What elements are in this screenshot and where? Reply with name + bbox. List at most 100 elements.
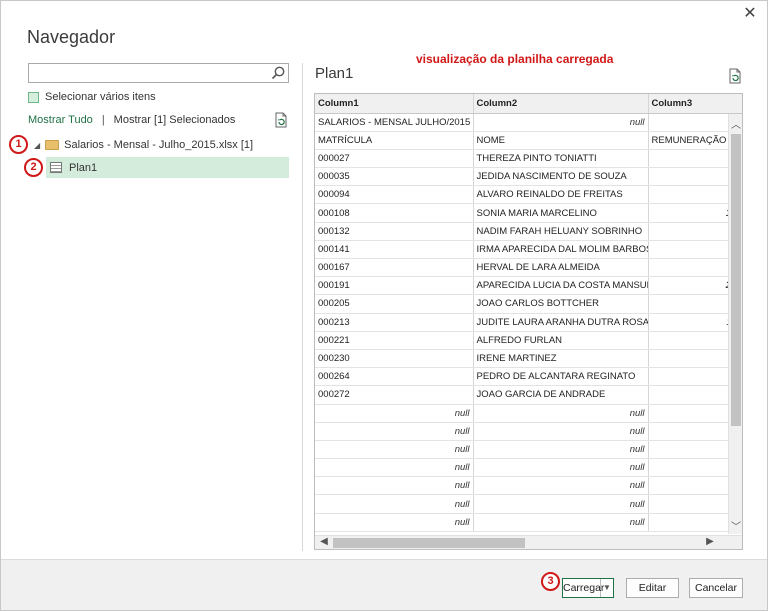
table-row[interactable]: null null [315, 404, 742, 423]
preview-refresh-icon[interactable] [727, 68, 743, 84]
search-icon[interactable] [270, 65, 286, 81]
table-cell[interactable]: NOME [473, 131, 649, 150]
vertical-scrollbar[interactable]: ︿ ﹀ [728, 114, 742, 534]
table-cell[interactable]: 000205 [315, 294, 474, 314]
load-button-label[interactable]: Carregar [563, 579, 604, 597]
close-icon[interactable]: ✕ [741, 5, 759, 23]
scroll-right-icon[interactable]: ▶ [703, 536, 717, 549]
scroll-down-icon[interactable]: ﹀ [729, 518, 742, 533]
table-cell[interactable]: null [315, 404, 474, 423]
table-cell[interactable]: null [473, 404, 649, 423]
table-cell[interactable]: THEREZA PINTO TONIATTI [473, 149, 649, 169]
table-row[interactable]: 000132NADIM FARAH HELUANY SOBRINHO93 [315, 222, 742, 241]
table-cell[interactable]: 000230 [315, 349, 474, 369]
table-cell[interactable]: 000094 [315, 185, 474, 205]
multi-select-option[interactable]: Selecionar vários itens [28, 91, 156, 103]
vertical-scroll-thumb[interactable] [731, 134, 741, 426]
table-row[interactable]: 000213JUDITE LAURA ARANHA DUTRA ROSA112 [315, 313, 742, 332]
table-cell[interactable]: 000167 [315, 258, 474, 278]
table-row[interactable]: null null [315, 476, 742, 496]
table-row[interactable]: 000230IRENE MARTINEZ57 [315, 349, 742, 369]
tree-item-sheet[interactable]: Plan1 [46, 157, 289, 178]
table-cell[interactable]: 000141 [315, 240, 474, 260]
scroll-up-icon[interactable]: ︿ [729, 116, 742, 131]
load-button[interactable]: Carregar ▼ [562, 578, 614, 598]
table-row[interactable]: 000027THEREZA PINTO TONIATTI35 [315, 149, 742, 169]
table-cell[interactable]: 000264 [315, 367, 474, 387]
table-cell[interactable]: 000221 [315, 331, 474, 350]
column-header[interactable]: Column1 [315, 94, 474, 114]
table-cell[interactable]: HERVAL DE LARA ALMEIDA [473, 258, 649, 278]
table-row[interactable]: null null [315, 440, 742, 460]
table-cell[interactable]: JUDITE LAURA ARANHA DUTRA ROSA [473, 313, 649, 332]
table-row[interactable]: 000205JOAO CARLOS BOTTCHER22 [315, 294, 742, 314]
table-row[interactable]: 000264PEDRO DE ALCANTARA REGINATO47 [315, 367, 742, 387]
table-row[interactable]: 000141IRMA APARECIDA DAL MOLIM BARBOSA62 [315, 240, 742, 260]
table-cell[interactable]: JEDIDA NASCIMENTO DE SOUZA [473, 167, 649, 187]
table-cell[interactable]: null [315, 422, 474, 441]
table-cell[interactable]: 000213 [315, 313, 474, 332]
table-cell[interactable]: 000272 [315, 385, 474, 405]
table-cell[interactable]: PEDRO DE ALCANTARA REGINATO [473, 367, 649, 387]
table-cell[interactable]: APARECIDA LUCIA DA COSTA MANSUR [473, 276, 649, 296]
table-row[interactable]: null null [315, 458, 742, 478]
edit-button[interactable]: Editar [626, 578, 679, 598]
show-selected-link[interactable]: Mostrar [1] Selecionados [114, 114, 236, 126]
table-cell[interactable]: NADIM FARAH HELUANY SOBRINHO [473, 222, 649, 241]
scroll-left-icon[interactable]: ◀ [317, 536, 331, 549]
table-cell[interactable]: null [315, 513, 474, 532]
collapse-triangle-icon[interactable]: ◢ [34, 141, 40, 150]
table-cell[interactable]: SONIA MARIA MARCELINO [473, 203, 649, 223]
table-cell[interactable]: null [473, 113, 649, 132]
table-cell[interactable]: null [315, 494, 474, 514]
table-row[interactable]: 000167HERVAL DE LARA ALMEIDA75 [315, 258, 742, 278]
table-cell[interactable]: SALARIOS - MENSAL JULHO/2015 [315, 113, 474, 132]
preview-table[interactable]: Column1 Column2 Column3 SALARIOS - MENSA… [314, 93, 743, 550]
cancel-button[interactable]: Cancelar [689, 578, 743, 598]
table-row[interactable]: 000191APARECIDA LUCIA DA COSTA MANSUR273 [315, 276, 742, 296]
table-cell[interactable]: null [473, 513, 649, 532]
table-cell[interactable]: 000108 [315, 203, 474, 223]
table-row[interactable]: 000221ALFREDO FURLAN73 [315, 331, 742, 350]
table-cell[interactable]: null [473, 422, 649, 441]
load-dropdown-icon[interactable]: ▼ [601, 579, 613, 597]
table-cell[interactable]: null [315, 440, 474, 460]
search-input[interactable] [28, 63, 289, 83]
table-cell[interactable]: JOAO GARCIA DE ANDRADE [473, 385, 649, 405]
table-cell[interactable]: 000191 [315, 276, 474, 296]
table-cell[interactable]: null [473, 440, 649, 460]
table-cell[interactable]: IRENE MARTINEZ [473, 349, 649, 369]
horizontal-scroll-thumb[interactable] [333, 538, 525, 548]
column-header[interactable]: Column2 [473, 94, 649, 114]
table-row[interactable]: SALARIOS - MENSAL JULHO/2015 null [315, 113, 742, 132]
table-row[interactable]: 000108SONIA MARIA MARCELINO139 [315, 203, 742, 223]
table-row[interactable]: 000094ALVARO REINALDO DE FREITAS65 [315, 185, 742, 205]
table-cell[interactable]: null [315, 458, 474, 478]
multi-select-checkbox[interactable] [28, 91, 39, 103]
table-row[interactable]: null null [315, 513, 742, 532]
table-cell[interactable]: null [473, 458, 649, 478]
table-row[interactable]: 000272JOAO GARCIA DE ANDRADE63 [315, 385, 742, 405]
table-row[interactable]: 000035JEDIDA NASCIMENTO DE SOUZA67 [315, 167, 742, 187]
pane-divider[interactable] [302, 63, 303, 551]
table-cell[interactable]: ALVARO REINALDO DE FREITAS [473, 185, 649, 205]
table-cell[interactable]: IRMA APARECIDA DAL MOLIM BARBOSA [473, 240, 649, 260]
show-all-link[interactable]: Mostrar Tudo [28, 114, 93, 126]
table-cell[interactable]: 000027 [315, 149, 474, 169]
table-cell[interactable]: null [473, 476, 649, 496]
refresh-icon[interactable] [273, 112, 289, 128]
table-cell[interactable]: 000035 [315, 167, 474, 187]
column-header[interactable]: Column3 [648, 94, 742, 114]
table-cell[interactable]: MATRÍCULA [315, 131, 474, 150]
table-cell[interactable]: null [473, 494, 649, 514]
table-cell[interactable]: JOAO CARLOS BOTTCHER [473, 294, 649, 314]
table-cell[interactable]: null [315, 476, 474, 496]
table-cell[interactable]: 000132 [315, 222, 474, 241]
table-row[interactable]: null null [315, 422, 742, 441]
table-row[interactable]: MATRÍCULA NOME REMUNERAÇÃO BR [315, 131, 742, 150]
step-marker-2: 2 [24, 158, 43, 177]
table-row[interactable]: null null [315, 494, 742, 514]
horizontal-scrollbar[interactable]: ◀ ▶ [315, 535, 742, 549]
tree-item-file[interactable]: ◢ Salarios - Mensal - Julho_2015.xlsx [1… [34, 139, 253, 151]
table-cell[interactable]: ALFREDO FURLAN [473, 331, 649, 350]
